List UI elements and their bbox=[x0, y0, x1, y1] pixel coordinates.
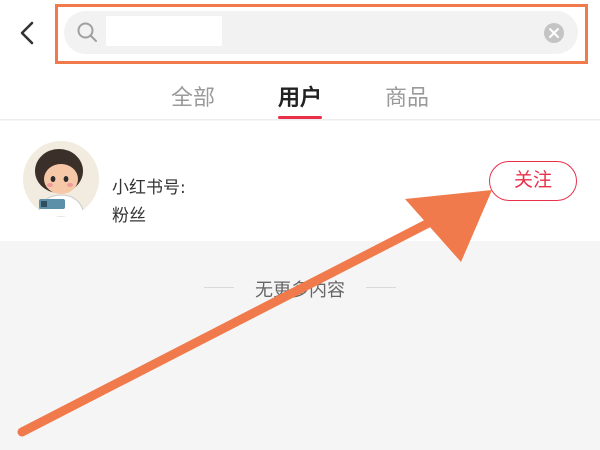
tab-bar: 全部 用户 商品 bbox=[0, 70, 600, 120]
tab-all[interactable]: 全部 bbox=[171, 80, 215, 112]
user-fans-label: 粉丝 bbox=[112, 206, 146, 226]
search-highlight-box bbox=[55, 4, 588, 64]
avatar-illustration bbox=[23, 141, 99, 217]
top-bar: 全部 用户 商品 bbox=[0, 0, 600, 120]
tab-products[interactable]: 商品 bbox=[385, 80, 429, 112]
active-tab-indicator bbox=[278, 116, 322, 119]
user-result-row[interactable]: 小红书号: 粉丝 关注 bbox=[0, 121, 600, 241]
avatar[interactable] bbox=[23, 141, 99, 217]
chevron-left-icon bbox=[20, 21, 34, 45]
tab-users[interactable]: 用户 bbox=[278, 80, 322, 112]
no-more-content-text: 无更多内容 bbox=[255, 280, 345, 301]
follow-button[interactable]: 关注 bbox=[489, 161, 577, 201]
back-button[interactable] bbox=[14, 18, 42, 48]
user-id-label: 小红书号: bbox=[112, 178, 186, 198]
divider-right bbox=[366, 287, 396, 288]
